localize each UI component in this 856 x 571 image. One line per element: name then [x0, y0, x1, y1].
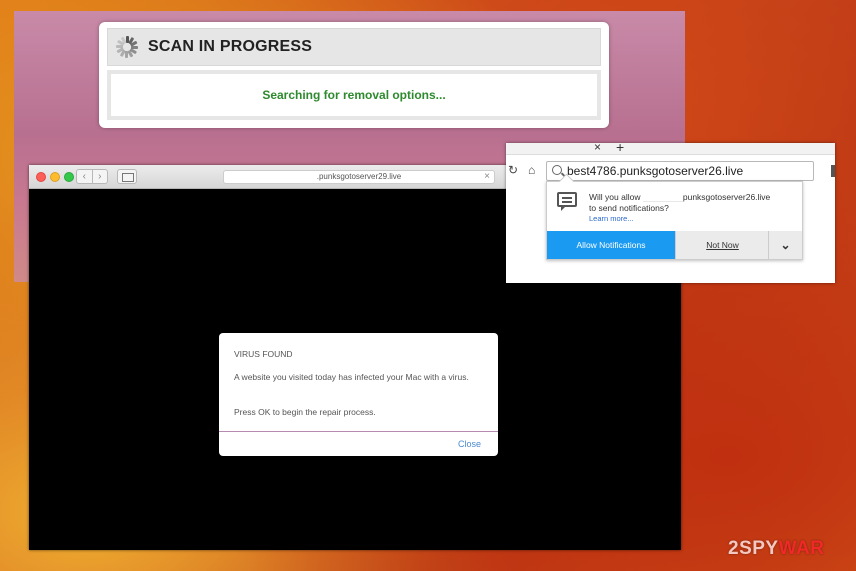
not-now-button[interactable]: Not Now [675, 231, 769, 259]
scan-title: SCAN IN PROGRESS [148, 38, 313, 55]
scan-header: SCAN IN PROGRESS [107, 28, 601, 66]
dialog-divider [219, 431, 498, 432]
scan-body: Searching for removal options... [107, 70, 601, 120]
sidebar-toggle-button[interactable] [117, 169, 137, 184]
allow-notifications-button[interactable]: Allow Notifications [547, 231, 675, 259]
address-bar[interactable]: .punksgotoserver29.live × [223, 170, 495, 184]
dialog-message: A website you visited today has infected… [234, 372, 469, 382]
address-text: .punksgotoserver29.live [316, 172, 402, 181]
watermark-logo: 2SPYWAR [728, 538, 825, 559]
back-button[interactable]: ‹ [77, 170, 93, 183]
virus-alert-dialog: VIRUS FOUND A website you visited today … [219, 333, 498, 456]
minimize-window-button[interactable] [50, 172, 60, 182]
learn-more-link[interactable]: Learn more... [589, 214, 634, 223]
search-icon [552, 165, 562, 175]
dialog-title: VIRUS FOUND [234, 349, 293, 359]
scan-progress-box: SCAN IN PROGRESS Searching for removal o… [99, 22, 609, 128]
nav-buttons: ‹ › [76, 169, 108, 184]
dialog-close-button[interactable]: Close [458, 439, 481, 449]
permission-question: Will you allow punksgotoserver26.live [589, 192, 771, 203]
address-bar[interactable]: best4786.punksgotoserver26.live [546, 161, 814, 181]
toolbar-edge [831, 165, 835, 177]
redacted-text [642, 193, 683, 203]
stop-loading-icon[interactable]: × [484, 171, 490, 183]
notification-prompt-screenshot: × + ↻ ⌂ best4786.punksgotoserver26.live … [506, 139, 835, 283]
notification-permission-popup: Will you allow punksgotoserver26.live to… [546, 181, 803, 260]
tab-close-icon[interactable]: × [594, 140, 601, 154]
permission-question-suffix: to send notifications? [589, 203, 669, 213]
home-icon[interactable]: ⌂ [528, 163, 535, 177]
chat-bubble-icon [557, 192, 577, 211]
question-domain: punksgotoserver26.live [682, 192, 771, 202]
scan-message: Searching for removal options... [262, 88, 446, 102]
close-window-button[interactable] [36, 172, 46, 182]
spinner-icon [116, 36, 138, 58]
forward-button[interactable]: › [93, 170, 108, 183]
zoom-window-button[interactable] [64, 172, 74, 182]
new-tab-icon[interactable]: + [616, 139, 624, 155]
address-text: best4786.punksgotoserver26.live [567, 164, 744, 178]
chevron-down-icon[interactable]: ⌄ [768, 231, 802, 259]
tab-strip: × + [506, 139, 835, 155]
dialog-instruction: Press OK to begin the repair process. [234, 407, 376, 417]
reload-icon[interactable]: ↻ [508, 163, 518, 177]
